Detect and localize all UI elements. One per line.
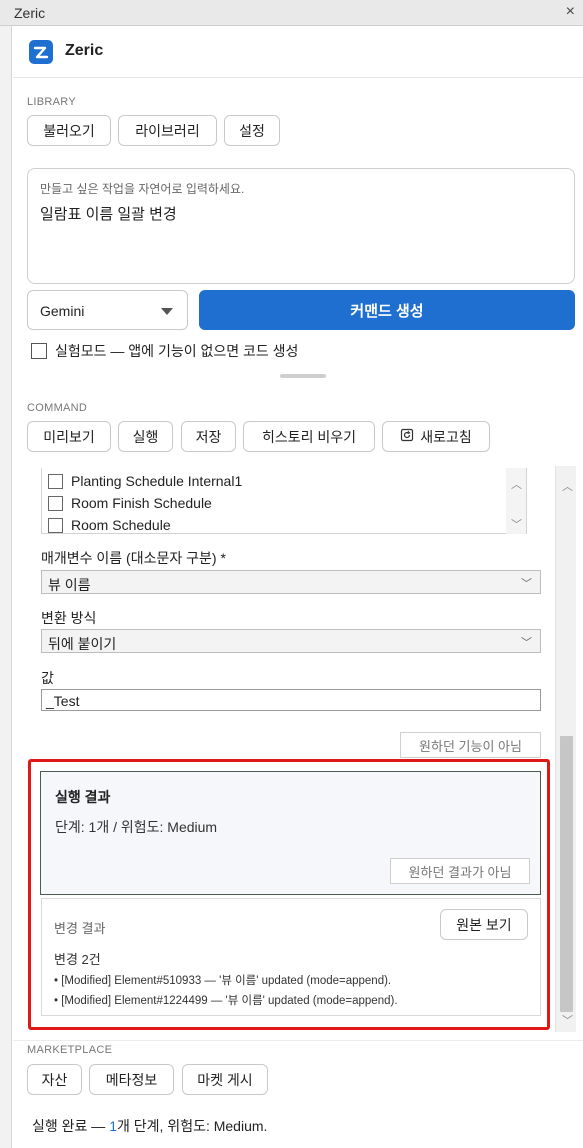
change-line: • [Modified] Element#1224499 — '뷰 이름' up… <box>54 995 398 1007</box>
refresh-icon <box>400 428 414 445</box>
clear-history-button[interactable]: 히스토리 비우기 <box>243 421 375 452</box>
list-item[interactable]: Room Schedule <box>48 517 171 533</box>
list-item[interactable]: Room Finish Schedule <box>48 495 212 511</box>
prompt-value: 일람표 이름 일괄 변경 <box>40 206 177 223</box>
status-step-count: 1 <box>109 1118 117 1134</box>
param-name-value: 뷰 이름 <box>48 577 91 593</box>
result-card: 실행 결과 단계: 1개 / 위험도: Medium 원하던 결과가 아님 <box>40 771 541 895</box>
divider <box>13 1040 583 1041</box>
experimental-mode-label: 실험모드 — 앱에 기능이 없으면 코드 생성 <box>55 343 299 359</box>
title-bar: Zeric × <box>0 0 583 26</box>
generate-command-button[interactable]: 커맨드 생성 <box>199 290 575 330</box>
library-section-label: LIBRARY <box>27 96 76 108</box>
chevron-up-icon[interactable]: ︿ <box>562 478 573 494</box>
view-original-button[interactable]: 원본 보기 <box>440 909 528 940</box>
model-select-value: Gemini <box>40 303 85 319</box>
change-count: 변경 2건 <box>54 952 101 967</box>
command-panel: Planting Schedule Internal1 Room Finish … <box>27 466 549 1032</box>
refresh-button[interactable]: 새로고침 <box>382 421 490 452</box>
run-button[interactable]: 실행 <box>118 421 173 452</box>
app-window: Zeric × Zeric LIBRARY 불러오기 라이브러리 설정 만들고 … <box>0 0 583 1148</box>
chevron-down-icon[interactable]: ﹀ <box>562 1012 573 1028</box>
experimental-mode-checkbox[interactable] <box>31 343 47 359</box>
load-button[interactable]: 불러오기 <box>27 115 111 146</box>
param-name-label: 매개변수 이름 (대소문자 구분) * <box>41 550 226 566</box>
status-text: 실행 완료 — 1개 단계, 위험도: Medium. <box>32 1116 267 1136</box>
preview-button[interactable]: 미리보기 <box>27 421 111 452</box>
library-button[interactable]: 라이브러리 <box>118 115 217 146</box>
mode-value: 뒤에 붙이기 <box>48 636 117 652</box>
chevron-down-icon <box>161 308 173 315</box>
panel-scrollbar[interactable]: ︿ ﹀ <box>555 466 576 1032</box>
not-wanted-result-button[interactable]: 원하던 결과가 아님 <box>390 858 530 884</box>
prompt-textarea[interactable]: 만들고 싶은 작업을 자연어로 입력하세요. 일람표 이름 일괄 변경 <box>27 168 575 284</box>
command-section-label: COMMAND <box>27 402 88 414</box>
experimental-mode-row[interactable]: 실험모드 — 앱에 기능이 없으면 코드 생성 <box>31 342 298 360</box>
schedule-checkbox[interactable] <box>48 473 63 489</box>
schedule-name: Room Schedule <box>71 517 171 533</box>
schedule-name: Room Finish Schedule <box>71 495 212 511</box>
marketplace-section-label: MARKETPLACE <box>27 1044 113 1056</box>
mode-label: 변환 방식 <box>41 610 97 626</box>
left-edge <box>0 0 12 1148</box>
status-prefix: 실행 완료 — <box>32 1118 110 1134</box>
change-card: 변경 결과 원본 보기 변경 2건 • [Modified] Element#5… <box>41 898 541 1016</box>
change-title: 변경 결과 <box>54 921 106 936</box>
save-button[interactable]: 저장 <box>181 421 236 452</box>
schedule-checkbox[interactable] <box>48 517 63 533</box>
model-select[interactable]: Gemini <box>27 290 188 330</box>
schedule-checkbox[interactable] <box>48 495 63 511</box>
not-wanted-feature-button[interactable]: 원하던 기능이 아님 <box>400 732 541 758</box>
window-title: Zeric <box>14 5 46 21</box>
app-name: Zeric <box>65 42 104 59</box>
app-header: Zeric <box>13 26 583 78</box>
market-publish-button[interactable]: 마켓 게시 <box>182 1064 268 1095</box>
chevron-up-icon[interactable]: ︿ <box>511 476 522 492</box>
status-suffix: 개 단계, 위험도: Medium. <box>117 1118 268 1134</box>
close-icon[interactable]: × <box>566 3 575 21</box>
chevron-down-icon[interactable]: ﹀ <box>511 516 522 532</box>
chevron-down-icon: ﹀ <box>521 637 532 649</box>
value-input[interactable]: _Test <box>41 689 541 711</box>
result-summary: 단계: 1개 / 위험도: Medium <box>55 819 218 835</box>
change-line: • [Modified] Element#510933 — '뷰 이름' upd… <box>54 975 392 987</box>
value-input-text: _Test <box>46 693 80 709</box>
value-label: 값 <box>41 670 54 686</box>
param-name-select[interactable]: 뷰 이름 ﹀ <box>41 570 541 594</box>
result-title: 실행 결과 <box>55 789 111 805</box>
refresh-label: 새로고침 <box>420 428 472 445</box>
zeric-logo-icon <box>29 40 53 64</box>
list-scrollbar[interactable]: ︿ ﹀ <box>506 468 526 534</box>
settings-button[interactable]: 설정 <box>224 115 280 146</box>
assets-button[interactable]: 자산 <box>27 1064 82 1095</box>
schedule-list[interactable]: Planting Schedule Internal1 Room Finish … <box>41 468 527 534</box>
list-item[interactable]: Planting Schedule Internal1 <box>48 473 242 489</box>
resize-handle[interactable] <box>280 374 326 378</box>
schedule-name: Planting Schedule Internal1 <box>71 473 243 489</box>
mode-select[interactable]: 뒤에 붙이기 ﹀ <box>41 629 541 653</box>
metadata-button[interactable]: 메타정보 <box>89 1064 174 1095</box>
scrollbar-thumb[interactable] <box>560 736 573 1012</box>
prompt-placeholder: 만들고 싶은 작업을 자연어로 입력하세요. <box>40 182 245 196</box>
chevron-down-icon: ﹀ <box>521 578 532 590</box>
